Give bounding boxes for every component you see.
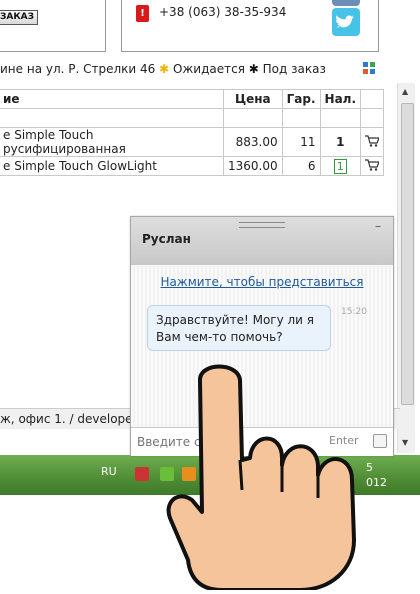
col-price[interactable]: Цена — [223, 89, 283, 109]
hand-pointer-icon — [166, 364, 356, 590]
operator-name: Руслан — [142, 232, 191, 246]
star-yellow-icon: ✱ — [159, 62, 170, 76]
phone-number: +38 (063) 38-35-934 — [159, 5, 287, 19]
col-warranty[interactable]: Гар. — [281, 89, 321, 109]
product-table: ие Цена Гар. Нал. e Simple Touch русифиц… — [0, 89, 385, 176]
store-legend: ине на ул. Р. Стрелки 46 ✱ Ожидается ✱ П… — [0, 62, 326, 76]
scroll-down-icon[interactable]: ▼ — [402, 438, 408, 447]
top-left-panel — [0, 0, 106, 52]
chat-header[interactable]: Руслан – — [131, 217, 393, 265]
product-warranty: 11 — [281, 127, 321, 157]
col-cart — [360, 89, 385, 109]
language-indicator[interactable]: RU — [101, 465, 117, 478]
cart-icon[interactable] — [365, 134, 380, 147]
scroll-up-icon[interactable]: ▲ — [402, 87, 408, 96]
table-row[interactable]: e Simple Touch GlowLight 1360.00 6 1 — [0, 156, 385, 176]
cart-icon[interactable] — [365, 158, 380, 171]
product-price: 883.00 — [223, 127, 283, 157]
table-header-row: ие Цена Гар. Нал. — [0, 89, 385, 109]
message-time: 15:20 — [341, 307, 367, 317]
star-black-icon: ✱ — [248, 62, 259, 76]
product-stock: 1 — [319, 127, 362, 157]
twitter-icon[interactable] — [332, 8, 360, 36]
product-stock: 1 — [333, 158, 347, 174]
product-warranty: 6 — [281, 156, 321, 176]
legend-on-order: Под заказ — [262, 62, 326, 76]
phone-icon: ! — [136, 5, 149, 22]
product-name[interactable]: e Simple Touch русифицированная — [0, 127, 224, 157]
order-button[interactable]: ЗАКАЗ — [0, 10, 38, 25]
introduce-link[interactable]: Нажмите, чтобы представиться — [131, 275, 393, 289]
product-stock-cell: 1 — [319, 156, 362, 176]
product-price: 1360.00 — [223, 156, 283, 176]
product-name[interactable]: e Simple Touch GlowLight — [0, 156, 224, 176]
scrollbar-thumb[interactable] — [401, 103, 414, 405]
vk-icon[interactable] — [332, 0, 360, 6]
table-row[interactable]: e Simple Touch русифицированная 883.00 1… — [0, 127, 385, 157]
drag-handle-icon[interactable] — [239, 222, 285, 228]
cart-cell[interactable] — [360, 156, 385, 176]
cart-cell[interactable] — [360, 127, 385, 157]
legend-store-text: ине на ул. Р. Стрелки 46 — [0, 62, 156, 76]
table-spacer-row — [0, 108, 385, 128]
legend-expected: Ожидается — [173, 62, 245, 76]
col-name[interactable]: ие — [0, 89, 224, 109]
minimize-button[interactable]: – — [375, 219, 381, 233]
grid-view-icon[interactable] — [363, 62, 375, 74]
vertical-scrollbar[interactable]: ▲ ▼ — [397, 83, 415, 453]
col-stock[interactable]: Нал. — [319, 89, 362, 109]
